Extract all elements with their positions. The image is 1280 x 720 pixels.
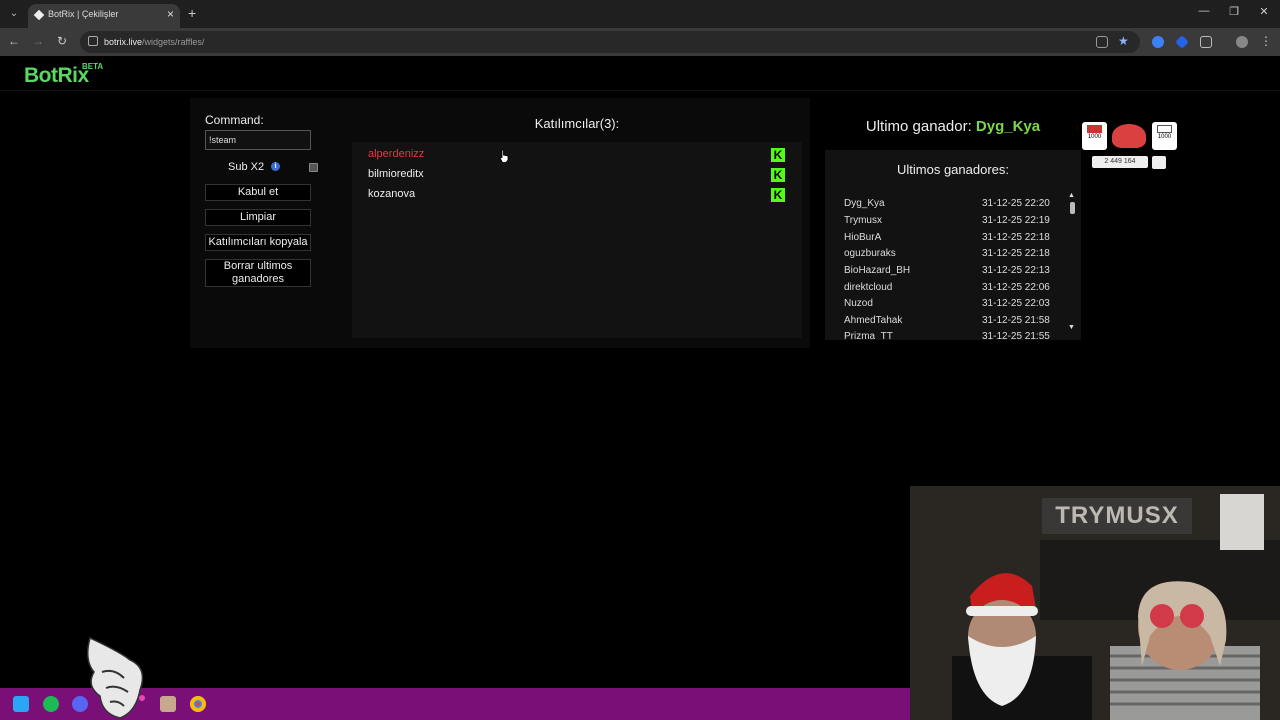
- header-divider: [0, 90, 1280, 91]
- winner-date: 31-12-25 22:18: [982, 248, 1050, 259]
- winner-date: 31-12-25 22:13: [982, 265, 1050, 276]
- photos-app-icon[interactable]: [160, 696, 176, 712]
- winner-name: Dyg_Kya: [844, 198, 885, 209]
- winner-name: BioHazard_BH: [844, 265, 911, 276]
- participants-title: Katılımcılar(3):: [534, 116, 620, 131]
- winner-row: Trymusx 31-12-25 22:19: [844, 215, 1054, 226]
- extension-blue-icon[interactable]: [1152, 36, 1164, 48]
- last-winner: Ultimo ganador: Dyg_Kya: [825, 118, 1081, 135]
- profile-avatar-icon[interactable]: [1236, 36, 1248, 48]
- tab-close-icon[interactable]: ×: [167, 7, 174, 21]
- dragon-logo-icon: [87, 636, 145, 719]
- winner-name: AhmedTahak: [844, 315, 903, 326]
- participant-name[interactable]: alperdenizz: [368, 148, 424, 160]
- wall-poster: [1220, 494, 1264, 550]
- extensions-puzzle-icon[interactable]: [1200, 36, 1212, 48]
- winner-row: HioBurA 31-12-25 22:18: [844, 232, 1054, 243]
- winner-date: 31-12-25 21:55: [982, 331, 1050, 340]
- winner-name: HioBurA: [844, 232, 882, 243]
- kick-icon: K: [771, 168, 785, 182]
- winner-row: BioHazard_BH 31-12-25 22:13: [844, 265, 1054, 276]
- winner-row: direktcloud 31-12-25 22:06: [844, 282, 1054, 293]
- chrome-icon[interactable]: [190, 696, 206, 712]
- scrollbar-thumb[interactable]: [1070, 202, 1075, 214]
- new-tab-icon[interactable]: +: [188, 5, 196, 21]
- spotify-icon[interactable]: [43, 696, 59, 712]
- reload-icon[interactable]: ↻: [54, 34, 70, 48]
- command-input[interactable]: [205, 130, 311, 150]
- tab-title: BotRix | Çekilişler: [48, 9, 119, 19]
- overlay-badge-left: 1000: [1082, 122, 1107, 150]
- delete-winners-button[interactable]: Borrar ultimos ganadores: [205, 259, 311, 287]
- copy-participants-button[interactable]: Katılımcıları kopyala: [205, 234, 311, 251]
- restore-icon[interactable]: ❐: [1224, 5, 1244, 18]
- sub-x2-checkbox[interactable]: [309, 163, 318, 172]
- browser-toolbar: ← → ↻ botrix.live/widgets/raffles/ ★ ⋮: [0, 28, 1280, 56]
- winner-date: 31-12-25 22:20: [982, 198, 1050, 209]
- winner-date: 31-12-25 22:19: [982, 215, 1050, 226]
- winner-date: 31-12-25 21:58: [982, 315, 1050, 326]
- streamer-santa-image: [952, 573, 1092, 720]
- winner-row: Prizma_TT 31-12-25 21:55: [844, 331, 1054, 340]
- winner-name: direktcloud: [844, 282, 893, 293]
- last-winner-label: Ultimo ganador:: [865, 118, 972, 135]
- last-winner-name: Dyg_Kya: [975, 118, 1041, 135]
- mascot-icon: [1112, 124, 1146, 148]
- winner-name: Trymusx: [844, 215, 882, 226]
- winner-date: 31-12-25 22:18: [982, 232, 1050, 243]
- sub-x2-label: Sub X2: [228, 161, 265, 173]
- accept-button[interactable]: Kabul et: [205, 184, 311, 201]
- site-info-icon[interactable]: [88, 36, 98, 46]
- winners-title: Ultimos ganadores:: [897, 162, 1009, 177]
- clear-button[interactable]: Limpiar: [205, 209, 311, 226]
- participants-list: alperdenizz K bilmioreditx K kozanova K: [352, 142, 802, 338]
- close-window-icon[interactable]: ✕: [1254, 5, 1274, 18]
- document-icon: [1152, 156, 1166, 169]
- browser-menu-icon[interactable]: ⋮: [1258, 34, 1274, 48]
- minimize-icon[interactable]: —: [1194, 5, 1214, 17]
- winner-date: 31-12-25 22:03: [982, 298, 1050, 309]
- info-icon[interactable]: i: [271, 162, 280, 171]
- streamer-guest-image: [1110, 581, 1260, 720]
- winner-row: AhmedTahak 31-12-25 21:58: [844, 315, 1054, 326]
- winner-row: Dyg_Kya 31-12-25 22:20: [844, 198, 1054, 209]
- winners-list[interactable]: Ultimos ganadores: Dyg_Kya 31-12-25 22:20…: [825, 150, 1081, 340]
- botrix-logo[interactable]: BotRix: [24, 64, 89, 88]
- back-icon[interactable]: ←: [6, 34, 22, 48]
- kick-icon: K: [771, 188, 785, 202]
- address-bar[interactable]: botrix.live/widgets/raffles/ ★: [80, 31, 1140, 53]
- kick-icon: K: [771, 148, 785, 162]
- beta-badge: BETA: [82, 62, 104, 71]
- windows-start-icon[interactable]: [13, 696, 29, 712]
- browser-tab-bar: ⌄ BotRix | Çekilişler × + — ❐ ✕: [0, 0, 1280, 28]
- stream-overlay-widget: 1000 1000 2 449 164: [1080, 120, 1180, 170]
- gift-icon: [1087, 125, 1102, 133]
- winner-name: oguzburaks: [844, 248, 896, 259]
- tab-search-icon[interactable]: ⌄: [6, 6, 22, 22]
- overlay-counter: 2 449 164: [1092, 156, 1148, 168]
- winner-row: Nuzod 31-12-25 22:03: [844, 298, 1054, 309]
- participant-name[interactable]: kozanova: [368, 188, 415, 200]
- bookmark-star-icon[interactable]: ★: [1118, 34, 1129, 48]
- wall-sign: TRYMUSX: [1042, 498, 1192, 534]
- participant-name[interactable]: bilmioreditx: [368, 168, 424, 180]
- url-text: botrix.live/widgets/raffles/: [104, 37, 205, 47]
- command-label: Command:: [205, 113, 264, 127]
- forward-icon[interactable]: →: [30, 34, 46, 48]
- winner-name: Prizma_TT: [844, 331, 893, 340]
- overlay-badge-right: 1000: [1152, 122, 1177, 150]
- winner-date: 31-12-25 22:06: [982, 282, 1050, 293]
- translate-icon[interactable]: [1096, 36, 1108, 48]
- hand-cursor-icon: [499, 149, 509, 163]
- webcam-feed: TRYMUSX: [910, 486, 1280, 720]
- botrix-favicon-icon: [33, 9, 45, 21]
- browser-tab[interactable]: BotRix | Çekilişler ×: [28, 4, 180, 28]
- scroll-down-icon[interactable]: ▼: [1068, 324, 1075, 331]
- scroll-up-icon[interactable]: ▲: [1068, 192, 1075, 199]
- gift-icon: [1157, 125, 1172, 133]
- winner-name: Nuzod: [844, 298, 873, 309]
- winner-row: oguzburaks 31-12-25 22:18: [844, 248, 1054, 259]
- extension-shield-icon[interactable]: [1175, 35, 1189, 49]
